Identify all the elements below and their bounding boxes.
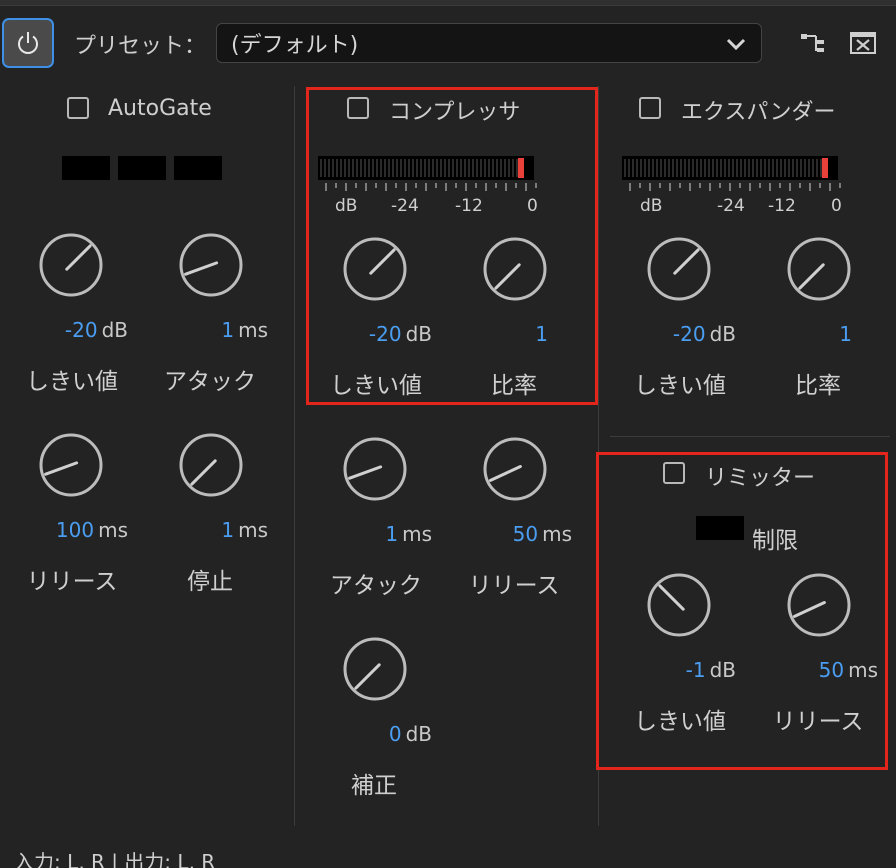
autogate-attack-label: アタック (164, 369, 256, 395)
compressor-makeup-label: 補正 (351, 773, 397, 799)
limit-indicator (696, 516, 744, 540)
autogate-hold-label: 停止 (187, 569, 233, 595)
compressor-attack-label: アタック (330, 573, 422, 599)
compressor-meter-tick-12: -12 (455, 196, 483, 216)
gate-indicator-1 (62, 156, 110, 180)
autogate-release-value[interactable]: 100 ms (40, 518, 128, 542)
knob-dial-icon (343, 437, 407, 501)
expander-limiter-divider (610, 436, 890, 437)
power-icon (18, 32, 38, 54)
preset-value: (デフォルト) (231, 33, 359, 58)
expander-meter-tick-12: -12 (768, 196, 796, 216)
compressor-attack-value[interactable]: 1 ms (344, 522, 432, 546)
autogate-threshold-knob[interactable] (38, 232, 104, 298)
limiter-threshold-knob[interactable] (646, 572, 712, 638)
routing-icon (801, 34, 824, 52)
meter-segments (318, 156, 534, 180)
expander-meter-tick-db: dB (640, 196, 663, 216)
expander-level-meter (622, 156, 838, 180)
knob-dial-icon (483, 437, 547, 501)
compressor-meter-tick-0: 0 (527, 196, 538, 216)
knob-dial-icon (647, 237, 711, 301)
knob-dial-icon (179, 433, 243, 497)
meter-segments (622, 156, 838, 180)
compressor-release-label: リリース (468, 573, 560, 599)
autogate-release-knob[interactable] (38, 432, 104, 498)
preset-label: プリセット： (74, 34, 207, 59)
limiter-release-label: リリース (772, 709, 864, 735)
autogate-release-label: リリース (26, 569, 118, 595)
compressor-ratio-value[interactable]: 1 (464, 322, 552, 346)
limiter-release-value[interactable]: 50 ms (790, 658, 878, 682)
meter-scale-ticks (629, 183, 841, 191)
expander-title: エクスパンダー (681, 100, 836, 125)
compressor-makeup-knob[interactable] (342, 636, 408, 702)
autogate-hold-value[interactable]: 1 ms (180, 518, 268, 542)
io-status: 入力: L, R | 出力: L, R (14, 850, 216, 868)
compressor-level-meter (318, 156, 534, 180)
expander-threshold-label: しきい値 (634, 373, 726, 399)
remove-effect-button[interactable] (846, 28, 880, 58)
close-icon (850, 32, 876, 54)
column-divider-1 (294, 86, 295, 826)
knob-dial-icon (39, 433, 103, 497)
expander-meter-scale (626, 180, 842, 192)
knob-dial-icon (343, 237, 407, 301)
expander-threshold-knob[interactable] (646, 236, 712, 302)
expander-ratio-value[interactable]: 1 (768, 322, 856, 346)
expander-threshold-value[interactable]: -20 dB (648, 322, 736, 346)
gate-indicator-3 (174, 156, 222, 180)
knob-dial-icon (343, 637, 407, 701)
expander-ratio-knob[interactable] (786, 236, 852, 302)
expander-meter-tick-24: -24 (717, 196, 745, 216)
knob-dial-icon (647, 573, 711, 637)
expander-meter-tick-0: 0 (831, 196, 842, 216)
limiter-release-knob[interactable] (786, 572, 852, 638)
expander-checkbox[interactable] (639, 97, 661, 119)
compressor-meter-tick-db: dB (335, 196, 358, 216)
compressor-threshold-knob[interactable] (342, 236, 408, 302)
compressor-threshold-value[interactable]: -20 dB (344, 322, 432, 346)
compressor-threshold-label: しきい値 (330, 373, 422, 399)
autogate-attack-value[interactable]: 1 ms (180, 318, 268, 342)
knob-dial-icon (39, 233, 103, 297)
limiter-threshold-value[interactable]: -1 dB (648, 658, 736, 682)
limit-label: 制限 (752, 528, 798, 554)
limiter-threshold-label: しきい値 (634, 709, 726, 735)
power-button[interactable] (2, 18, 54, 68)
compressor-release-value[interactable]: 50 ms (484, 522, 572, 546)
routing-button[interactable] (796, 28, 830, 58)
autogate-attack-knob[interactable] (178, 232, 244, 298)
knob-dial-icon (787, 237, 851, 301)
compressor-meter-tick-24: -24 (391, 196, 419, 216)
window-top-edge (0, 0, 896, 6)
compressor-title: コンプレッサ (389, 100, 521, 125)
limiter-checkbox[interactable] (663, 462, 685, 484)
preset-dropdown[interactable]: (デフォルト) (216, 23, 762, 63)
expander-ratio-label: 比率 (795, 373, 841, 399)
compressor-attack-knob[interactable] (342, 436, 408, 502)
knob-dial-icon (179, 233, 243, 297)
chevron-down-icon (726, 38, 746, 51)
compressor-release-knob[interactable] (482, 436, 548, 502)
autogate-hold-knob[interactable] (178, 432, 244, 498)
gate-indicator-2 (118, 156, 166, 180)
compressor-makeup-value[interactable]: 0 dB (344, 722, 432, 746)
compressor-ratio-knob[interactable] (482, 236, 548, 302)
compressor-meter-scale (322, 180, 538, 192)
knob-dial-icon (483, 237, 547, 301)
autogate-threshold-value[interactable]: -20 dB (40, 318, 128, 342)
limiter-title: リミッター (705, 466, 816, 491)
compressor-ratio-label: 比率 (491, 373, 537, 399)
compressor-checkbox[interactable] (347, 97, 369, 119)
autogate-threshold-label: しきい値 (26, 369, 118, 395)
autogate-checkbox[interactable] (67, 97, 89, 119)
meter-scale-ticks (325, 183, 537, 191)
autogate-title: AutoGate (108, 96, 212, 121)
knob-dial-icon (787, 573, 851, 637)
